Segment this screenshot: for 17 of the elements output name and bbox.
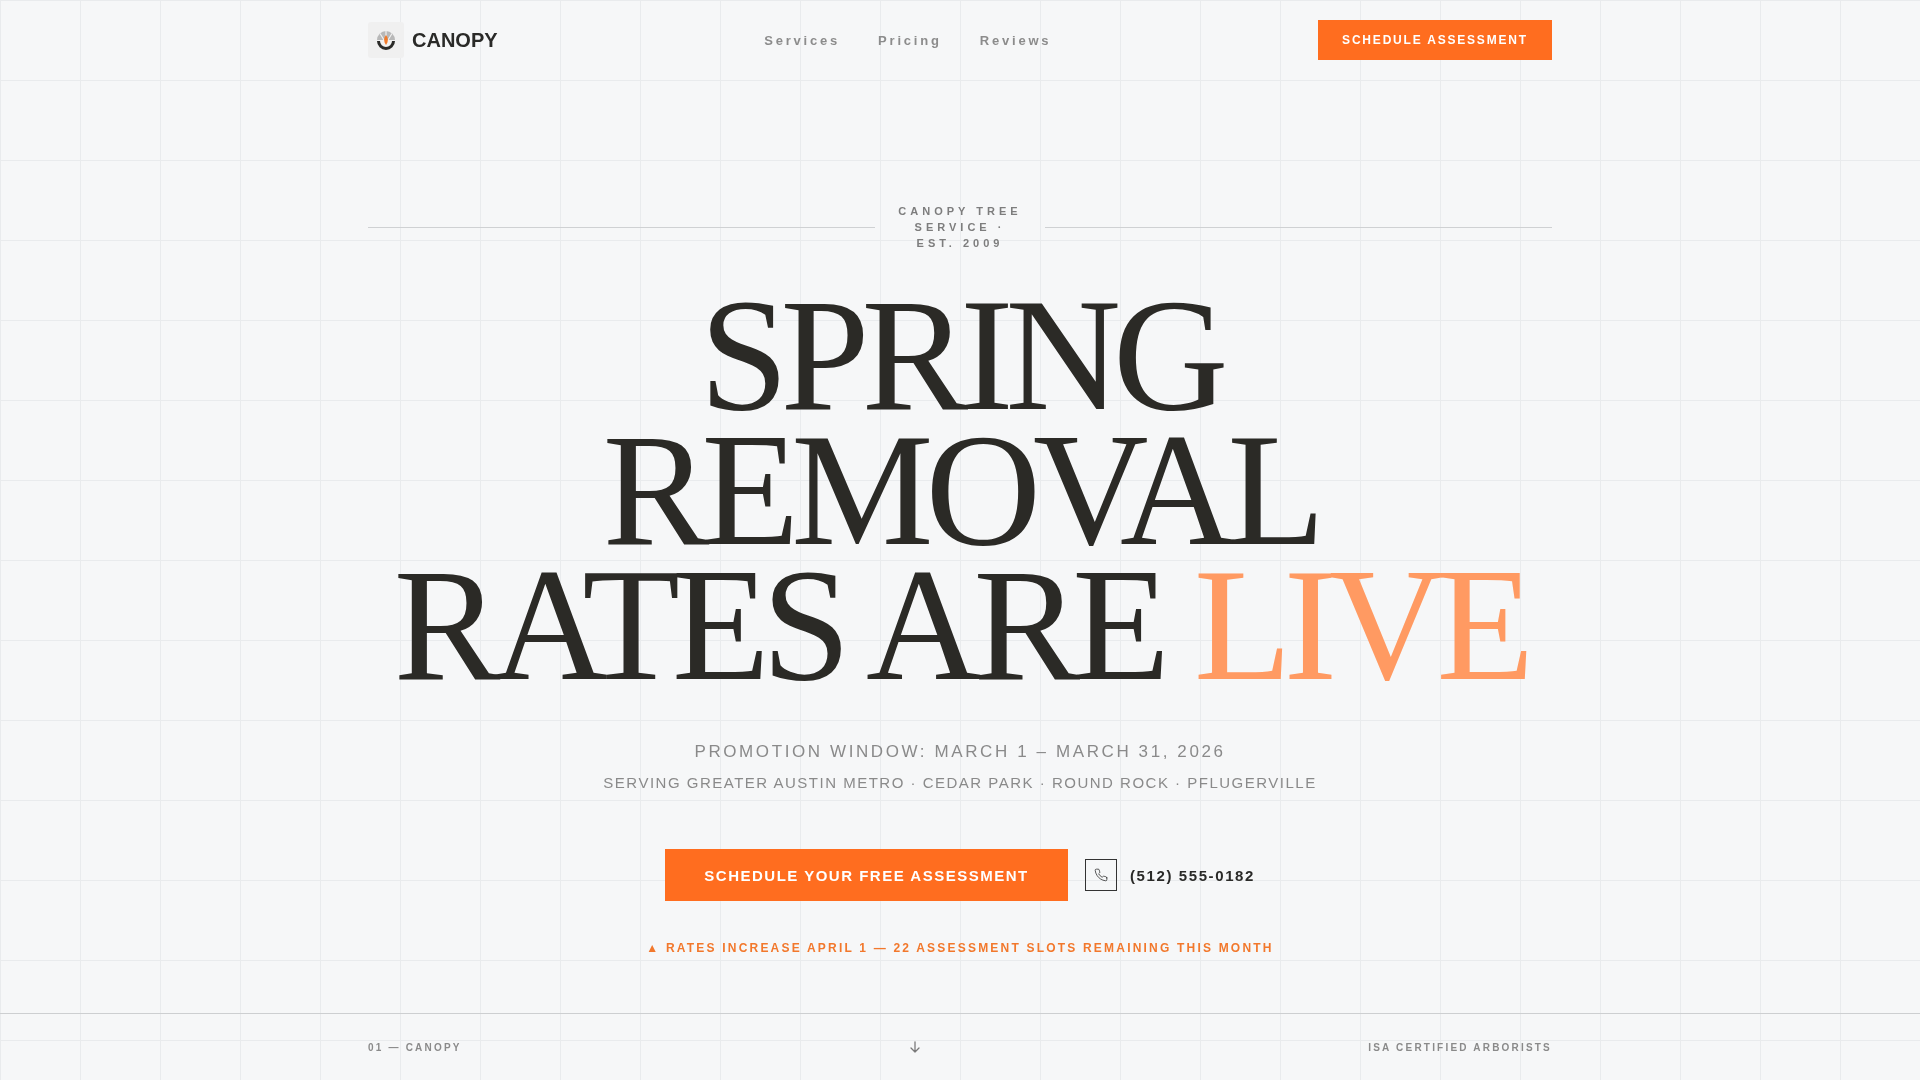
arrow-down-icon [909,1041,920,1053]
section-label: 01 — CANOPY [368,1041,462,1053]
phone-link[interactable]: (512) 555-0182 [1085,859,1255,891]
eyebrow-text: CANOPY TREE SERVICE · EST. 2009 [897,204,1023,251]
brand-name: CANOPY [412,28,498,52]
schedule-free-assessment-button[interactable]: SCHEDULE YOUR FREE ASSESSMENT [665,849,1068,901]
nav-link[interactable]: Services [764,32,841,48]
rates-notice-text: ▲ RATES INCREASE APRIL 1 — 22 ASSESSMENT SLOTS REMAINING THIS MONTH [646,940,1274,957]
nav-link[interactable]: Pricing [878,32,942,48]
headline: SPRING REMOVAL RATES ARE LIVE [392,288,1528,693]
service-area: SERVING GREATER AUSTIN METRO · CEDAR PARK · ROUND ROCK · PFLUGERVILLE [603,773,1317,793]
tree-emblem-logo-icon [368,22,404,58]
nav-link[interactable]: Reviews [979,32,1052,48]
schedule-assessment-button[interactable]: SCHEDULE ASSESSMENT [1318,20,1552,60]
phone-icon [1085,859,1117,891]
credential-text: ISA CERTIFIED ARBORISTS [1368,1041,1552,1053]
promotion-dates: PROMOTION WINDOW: MARCH 1 – MARCH 31, 2026 [694,741,1226,763]
